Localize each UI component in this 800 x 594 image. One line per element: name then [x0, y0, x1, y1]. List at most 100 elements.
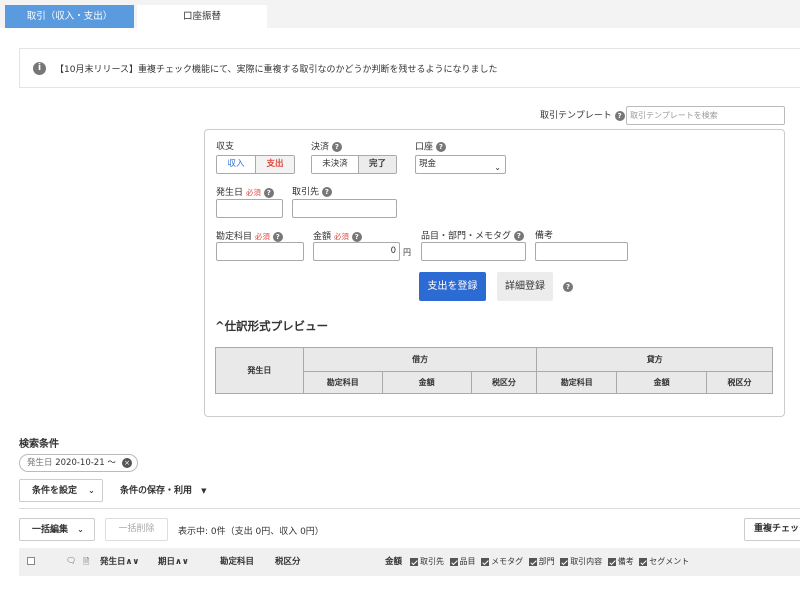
tab-account-transfer[interactable]: 口座振替 [137, 5, 267, 28]
preview-sub-header: 税区分 [470, 371, 538, 394]
preview-toggle[interactable]: ^仕訳形式プレビュー [215, 318, 328, 334]
help-icon[interactable]: ? [263, 187, 274, 198]
preview-credit-header: 貸方 [536, 347, 773, 372]
column-tax: 税区分 [275, 557, 301, 567]
help-icon[interactable]: ? [331, 142, 342, 152]
checkbox[interactable] [560, 557, 569, 566]
save-condition-dropdown[interactable]: 条件の保存・利用 ▼ [120, 485, 207, 497]
preview-sub-header: 金額 [616, 371, 708, 394]
column-toggle[interactable]: メモタグ [481, 557, 523, 566]
account-item-input[interactable] [216, 242, 304, 261]
unsettled-option[interactable]: 未決済 [312, 156, 359, 173]
chevron-up-icon: ^ [215, 319, 225, 333]
amount-unit: 円 [403, 248, 411, 257]
bulk-edit-button[interactable]: 一括編集 ⌄ [19, 518, 95, 541]
duplicate-check-button[interactable]: 重複チェック [744, 518, 800, 541]
account-label: 口座 [415, 142, 434, 153]
column-due[interactable]: 期日∧∨ [158, 557, 189, 568]
required-badge: 必須 [254, 232, 270, 241]
tags-label-wrap: 品目・部門・メモタグ ? [421, 231, 524, 243]
amount-input[interactable]: 0 [313, 242, 400, 261]
caret-down-icon: ▼ [201, 487, 207, 495]
column-due-label: 期日 [158, 557, 176, 567]
checkbox[interactable] [639, 557, 648, 566]
preview-sub-header: 金額 [381, 371, 472, 394]
list-summary: 表示中: 0件（支出 0円、収入 0円） [178, 527, 324, 537]
chevron-down-icon: ⌄ [494, 163, 501, 172]
set-condition-button[interactable]: 条件を設定 ⌄ [19, 479, 103, 502]
sort-icon: ∧∨ [125, 557, 140, 567]
notice-text: 【10月末リリース】重複チェック機能にて、実際に重複する取引なのかどうか判断を残… [55, 64, 498, 75]
help-icon[interactable]: ? [513, 231, 524, 241]
help-icon[interactable]: ? [272, 231, 283, 242]
memo-label: 備考 [535, 231, 554, 241]
checkbox[interactable] [528, 557, 537, 566]
template-label-wrap: 取引テンプレート ? [540, 110, 625, 122]
tags-input[interactable] [421, 242, 526, 261]
account-select[interactable]: 現金 ⌄ [415, 155, 506, 174]
checkbox[interactable] [410, 557, 418, 566]
help-icon[interactable]: ? [614, 110, 625, 121]
column-toggle-label: 部門 [538, 557, 555, 566]
register-expense-button[interactable]: 支出を登録 [419, 272, 486, 301]
column-toggle-label: メモタグ [491, 557, 524, 566]
bulk-delete-button[interactable]: 一括削除 [105, 518, 168, 541]
required-badge: 必須 [333, 232, 349, 241]
help-icon[interactable]: ? [321, 187, 332, 197]
preview-debit-header: 借方 [302, 347, 538, 372]
partner-label: 取引先 [292, 187, 320, 198]
expense-option[interactable]: 支出 [256, 156, 294, 173]
chip-value: 2020-10-21 〜 [55, 458, 116, 468]
column-account-item: 勘定科目 [220, 557, 255, 567]
column-toggles: 取引先 品目 メモタグ 部門 取引内容 備考 セグメント [410, 556, 692, 567]
divider [19, 508, 800, 509]
date-label-wrap: 発生日 必須 ? [216, 187, 274, 199]
account-label-wrap: 口座 ? [415, 142, 446, 154]
help-icon[interactable]: ? [351, 231, 362, 242]
partner-input[interactable] [292, 199, 397, 218]
column-toggle[interactable]: 品目 [449, 557, 476, 566]
help-icon[interactable]: ? [563, 282, 573, 292]
date-input[interactable] [216, 199, 283, 218]
date-filter-chip[interactable]: 発生日 2020-10-21 〜 × [19, 454, 138, 472]
help-icon[interactable]: ? [435, 142, 446, 152]
preview-date-header: 発生日 [215, 347, 304, 394]
income-expense-label: 収支 [216, 142, 235, 152]
account-item-label: 勘定科目 [216, 232, 253, 242]
search-title: 検索条件 [19, 439, 59, 450]
select-all-checkbox[interactable] [27, 557, 35, 565]
column-toggle[interactable]: 部門 [528, 557, 555, 566]
settlement-label-wrap: 決済 ? [311, 142, 342, 154]
template-label: 取引テンプレート [540, 111, 612, 121]
preview-title: 仕訳形式プレビュー [224, 319, 329, 333]
settled-option[interactable]: 完了 [359, 156, 396, 173]
checkbox[interactable] [607, 557, 616, 566]
bulk-edit-label: 一括編集 [32, 525, 69, 535]
release-notice: i 【10月末リリース】重複チェック機能にて、実際に重複する取引なのかどうか判断… [19, 48, 800, 88]
column-date[interactable]: 発生日∧∨ [100, 557, 139, 568]
checkbox[interactable] [449, 557, 458, 566]
close-icon[interactable]: × [122, 458, 132, 468]
column-toggle[interactable]: 取引先 [410, 557, 444, 566]
column-amount: 金額 [385, 557, 403, 567]
column-toggle[interactable]: 備考 [607, 557, 634, 566]
preview-sub-header: 勘定科目 [536, 371, 618, 394]
income-option[interactable]: 収入 [217, 156, 256, 173]
settlement-label: 決済 [311, 142, 330, 153]
account-value: 現金 [419, 159, 437, 169]
column-toggle[interactable]: 取引内容 [560, 557, 602, 566]
partner-label-wrap: 取引先 ? [292, 187, 332, 199]
template-search-input[interactable]: 取引テンプレートを検索 [626, 106, 785, 125]
column-toggle[interactable]: セグメント [639, 557, 689, 566]
detail-register-button[interactable]: 詳細登録 [497, 272, 553, 301]
column-date-label: 発生日 [100, 557, 126, 567]
save-condition-label: 条件の保存・利用 [120, 486, 193, 496]
checkbox[interactable] [481, 557, 490, 566]
preview-sub-header: 勘定科目 [302, 371, 383, 394]
comment-icon: 🗨 [66, 556, 77, 565]
preview-sub-header: 税区分 [706, 371, 773, 394]
memo-input[interactable] [535, 242, 628, 261]
tab-transactions[interactable]: 取引（収入・支出） [5, 5, 134, 28]
info-icon: i [33, 61, 46, 75]
column-toggle-label: 取引内容 [570, 557, 603, 566]
